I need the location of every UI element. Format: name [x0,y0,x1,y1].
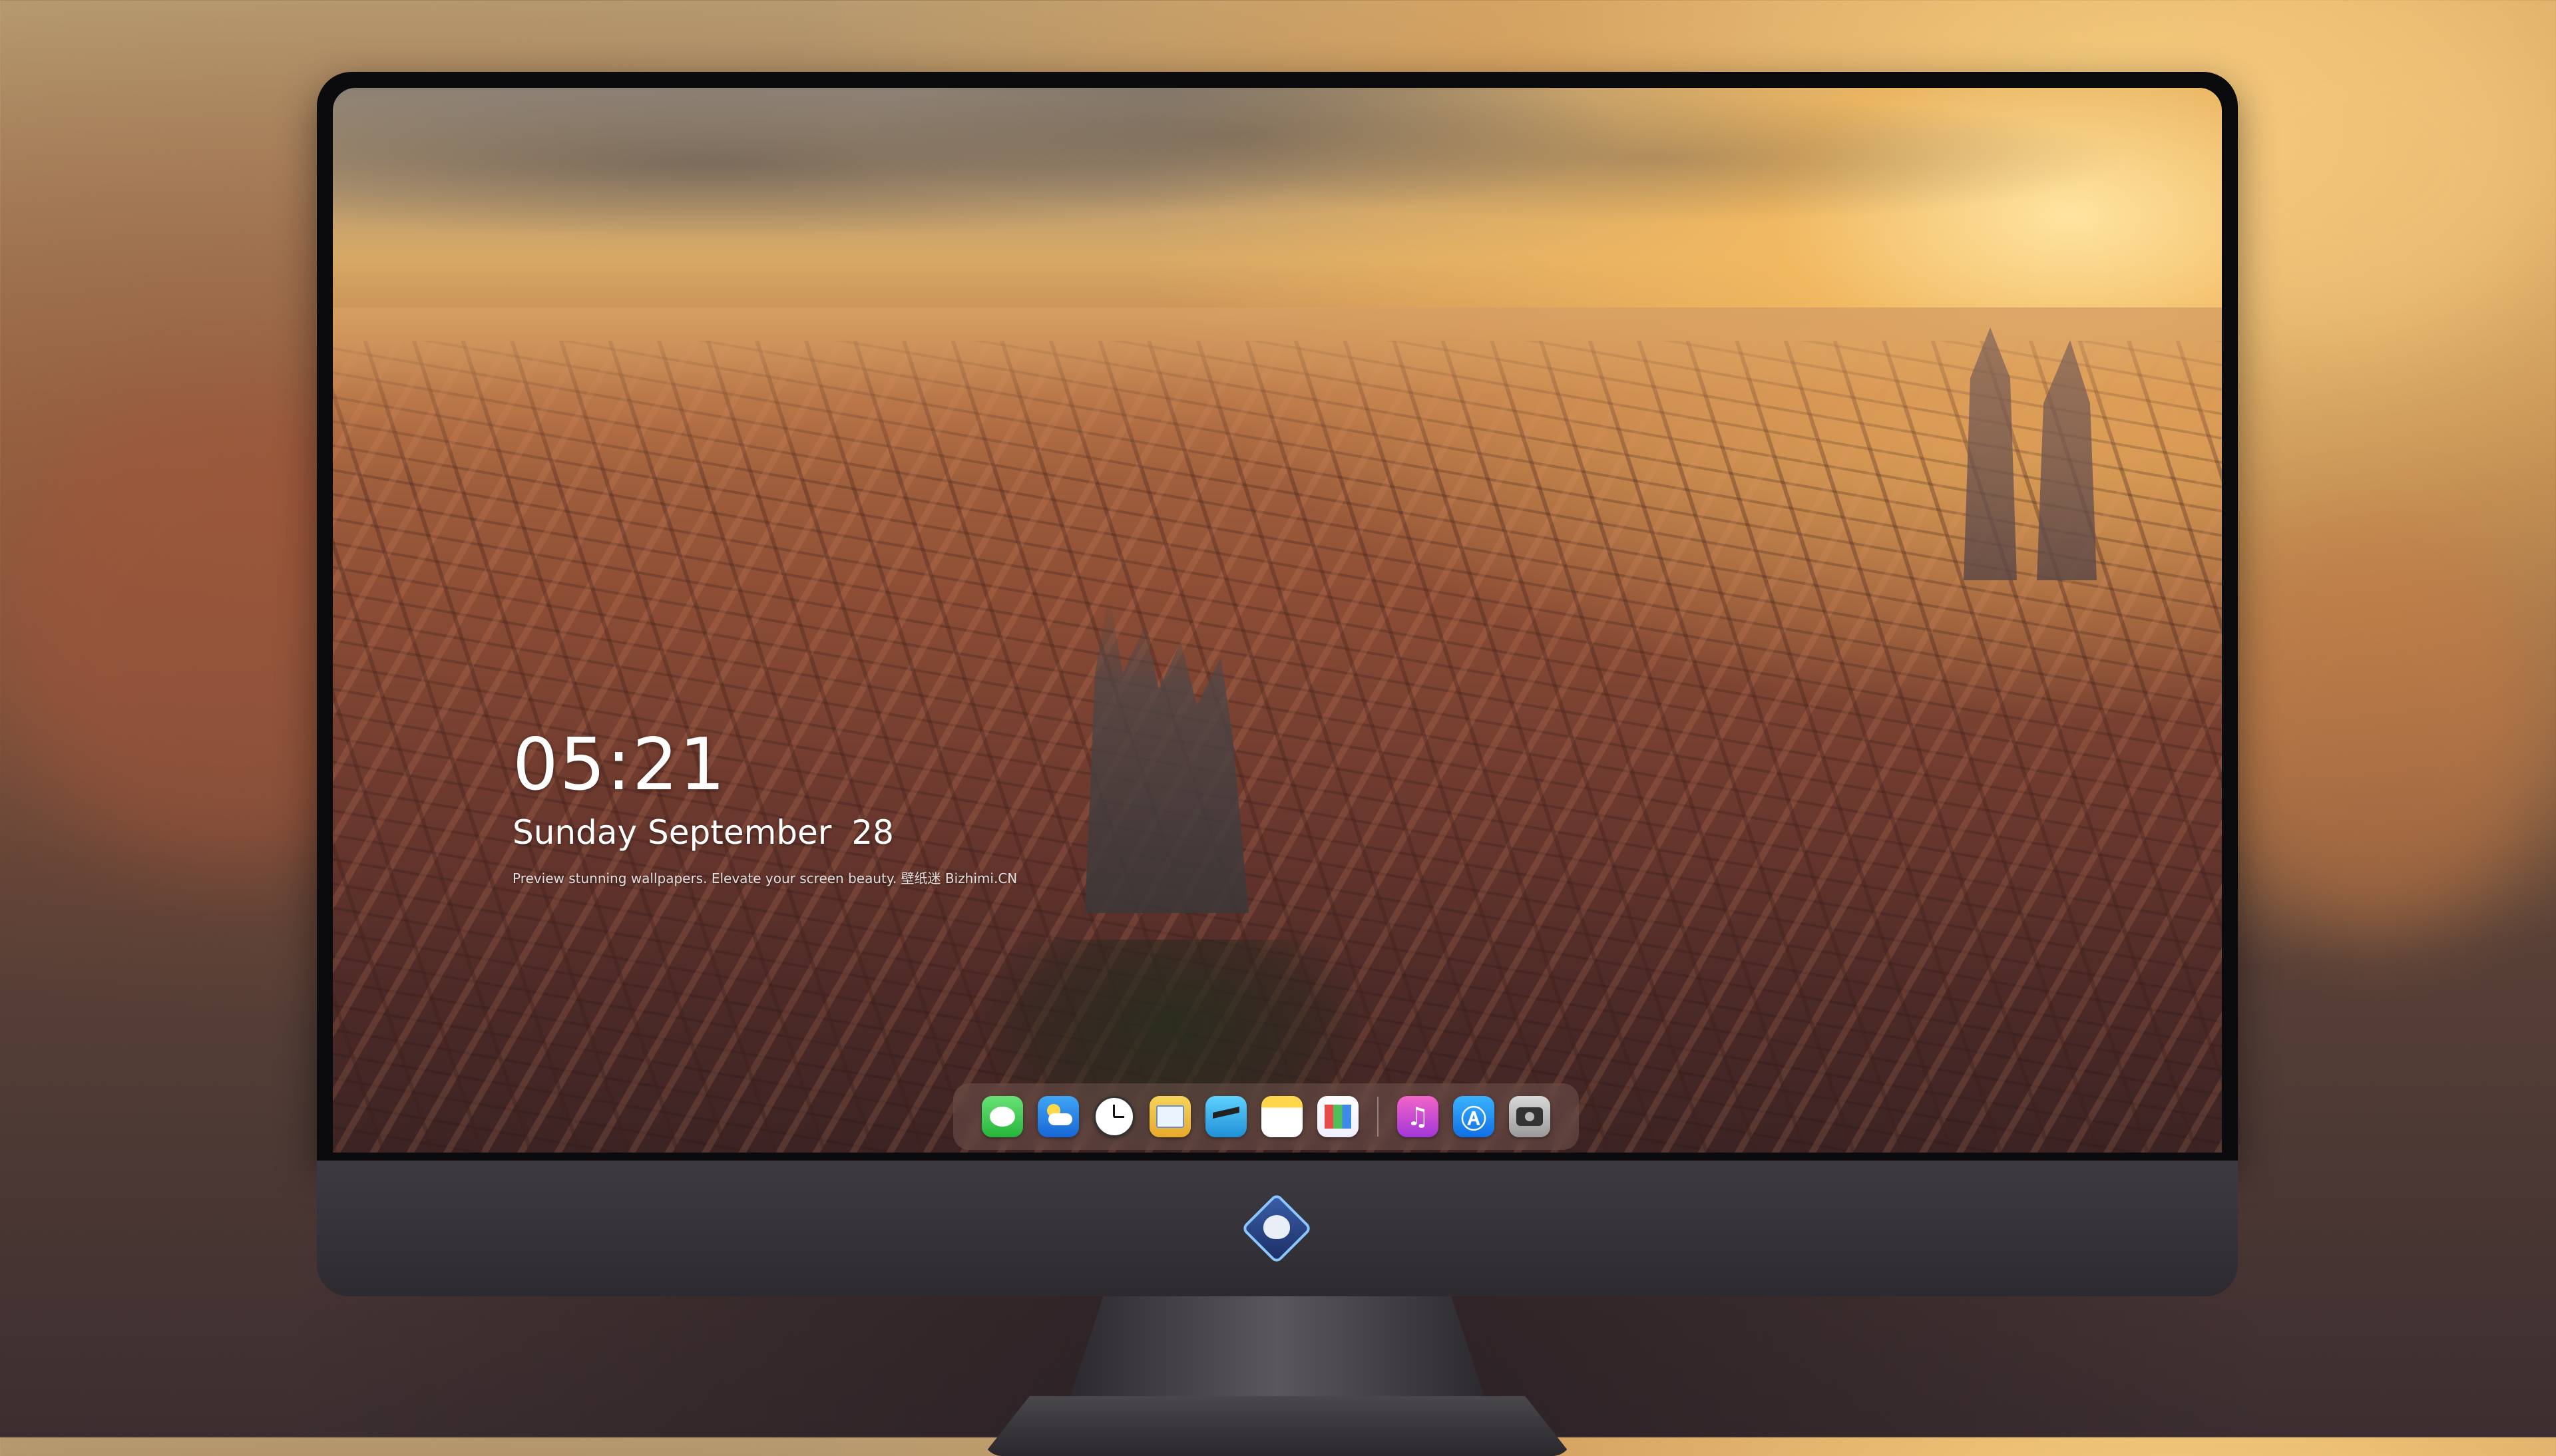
logo-mascot [1263,1215,1290,1239]
clock-time: 05:21 [513,723,727,807]
messages-icon[interactable] [982,1096,1023,1137]
clock-day: Sunday [513,813,638,852]
photo-grid-shape [1325,1105,1351,1129]
app-store-glyph: Ⓐ [1460,1104,1486,1134]
photos-icon[interactable] [1317,1096,1359,1137]
monitor-bezel: 05:21 Sunday September 28 Preview stunnin… [317,72,2238,1161]
dock-separator [1377,1097,1379,1137]
cloud-shape [1048,1113,1072,1125]
camera-lens-shape [1525,1112,1534,1121]
notes-icon[interactable] [1261,1096,1303,1137]
clock-hand [1114,1116,1124,1118]
imac-monitor: 05:21 Sunday September 28 Preview stunnin… [317,72,2238,1456]
music-icon[interactable]: ♫ [1397,1096,1438,1137]
background-blur [2197,532,2556,932]
clock-hand [1113,1105,1115,1117]
brand-logo-icon [1241,1192,1313,1264]
monitor-stand-foot [982,1396,1572,1456]
music-glyph: ♫ [1406,1102,1430,1131]
clapperboard-shape [1213,1107,1239,1119]
preview-icon[interactable] [1150,1096,1191,1137]
dock: ♫ Ⓐ [953,1083,1579,1150]
bubble-shape [990,1107,1015,1127]
wallpaper-sky [333,88,2222,341]
clock-month: September [648,813,832,852]
lock-clock-widget: 05:21 Sunday September 28 Preview stunnin… [513,729,1017,887]
weather-icon[interactable] [1038,1096,1079,1137]
clips-icon[interactable] [1205,1096,1247,1137]
document-shape [1156,1105,1184,1128]
lock-screen[interactable]: 05:21 Sunday September 28 Preview stunnin… [333,88,2222,1153]
clock-date: Sunday September 28 [513,816,1017,849]
wallpaper-tagline: Preview stunning wallpapers. Elevate you… [513,870,1018,886]
monitor-stand-neck [1070,1296,1484,1396]
clock-date-number: 28 [851,813,894,852]
camera-icon[interactable] [1509,1096,1550,1137]
clock-icon[interactable] [1094,1096,1135,1137]
camera-body-shape [1516,1107,1543,1126]
wallpaper-haze [333,307,2222,480]
app-store-icon[interactable]: Ⓐ [1453,1096,1494,1137]
